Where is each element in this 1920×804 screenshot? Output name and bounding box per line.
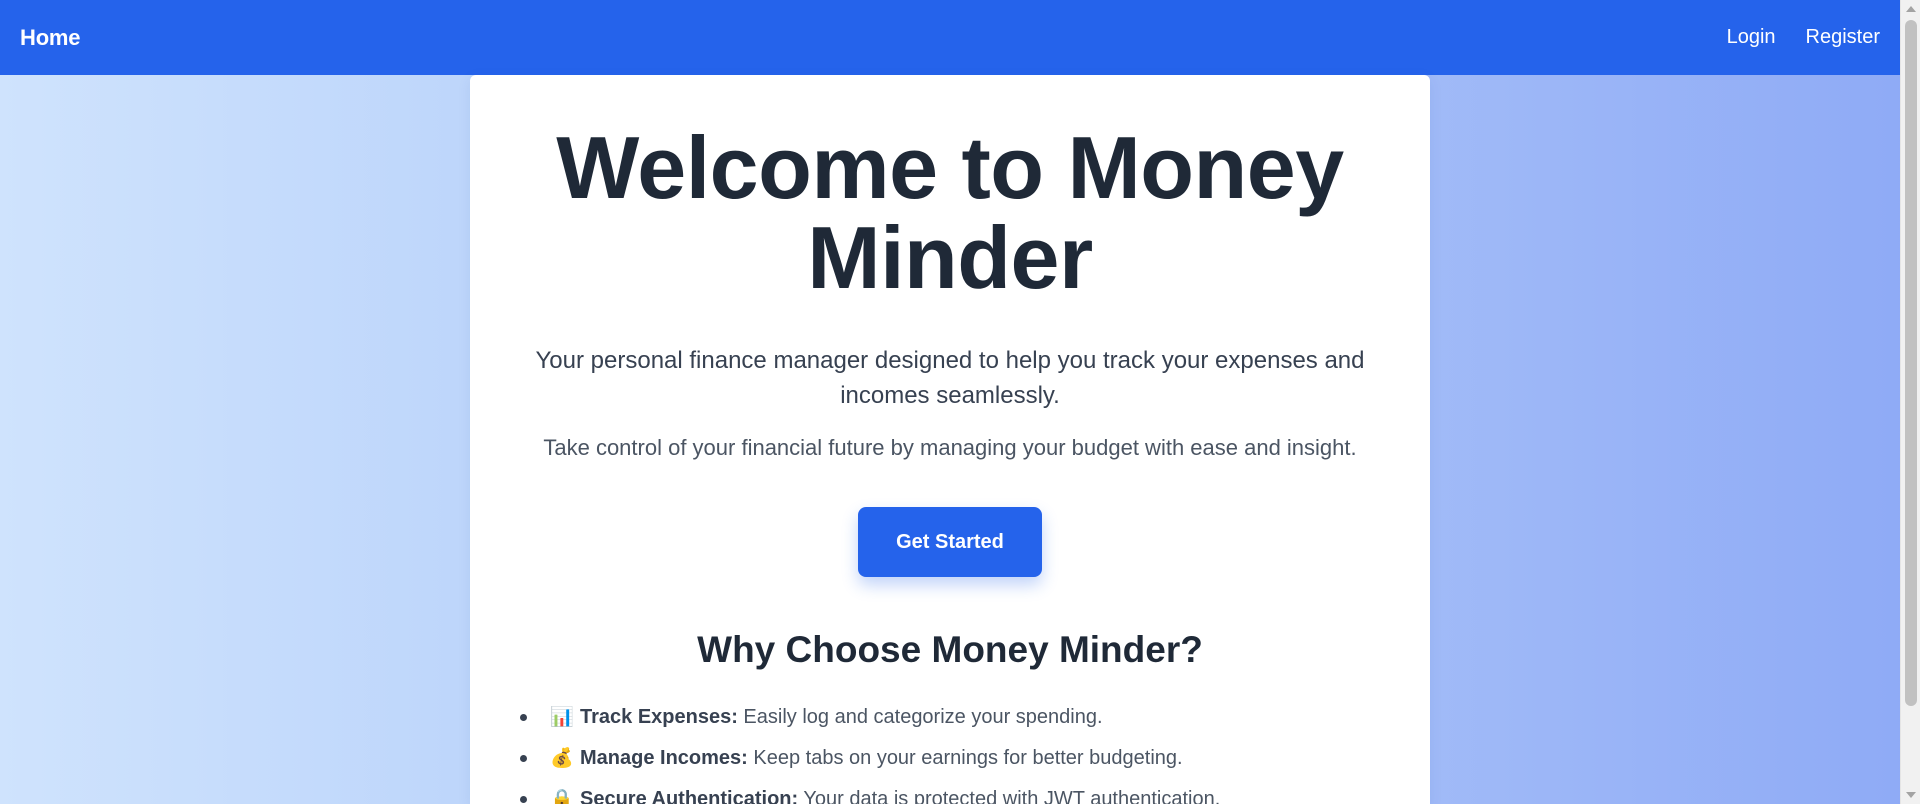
scrollbar-thumb[interactable] <box>1905 20 1917 706</box>
top-navbar: Home Login Register <box>0 0 1900 75</box>
page-title-line2: Minder <box>807 208 1093 307</box>
features-heading: Why Choose Money Minder? <box>697 629 1203 670</box>
feature-title: Track Expenses: <box>580 706 738 728</box>
feature-item-track-expenses: 📊 Track Expenses: Easily log and categori… <box>520 697 1430 738</box>
feature-title: Secure Authentication: <box>580 788 799 804</box>
welcome-card: Welcome to Money Minder Your personal fi… <box>470 75 1430 804</box>
get-started-button[interactable]: Get Started <box>858 507 1042 577</box>
feature-title: Manage Incomes: <box>580 747 748 769</box>
feature-item-manage-incomes: 💰 Manage Incomes: Keep tabs on your earni… <box>520 738 1430 779</box>
login-link[interactable]: Login <box>1727 26 1776 49</box>
scroll-up-arrow-icon[interactable] <box>1906 6 1916 12</box>
feature-text: Your data is protected with JWT authenti… <box>798 788 1221 804</box>
page-title: Welcome to Money Minder <box>470 123 1430 303</box>
vertical-scrollbar[interactable] <box>1900 0 1920 804</box>
bar-chart-icon: 📊 <box>550 707 574 728</box>
nav-links: Login Register <box>1727 26 1880 49</box>
register-link[interactable]: Register <box>1806 26 1880 49</box>
feature-item-secure-auth: 🔒 Secure Authentication: Your data is pro… <box>520 779 1430 804</box>
hero-subtitle: Your personal finance manager designed t… <box>535 347 1365 409</box>
hero-tagline: Take control of your financial future by… <box>543 435 1357 460</box>
feature-text: Keep tabs on your earnings for better bu… <box>747 747 1183 769</box>
page-title-line1: Welcome to Money <box>556 118 1344 217</box>
money-bag-icon: 💰 <box>550 748 574 769</box>
home-link[interactable]: Home <box>20 25 81 51</box>
scroll-down-arrow-icon[interactable] <box>1906 792 1916 798</box>
feature-text: Easily log and categorize your spending. <box>737 706 1103 728</box>
feature-list: 📊 Track Expenses: Easily log and categori… <box>520 697 1430 804</box>
lock-icon: 🔒 <box>550 789 574 804</box>
